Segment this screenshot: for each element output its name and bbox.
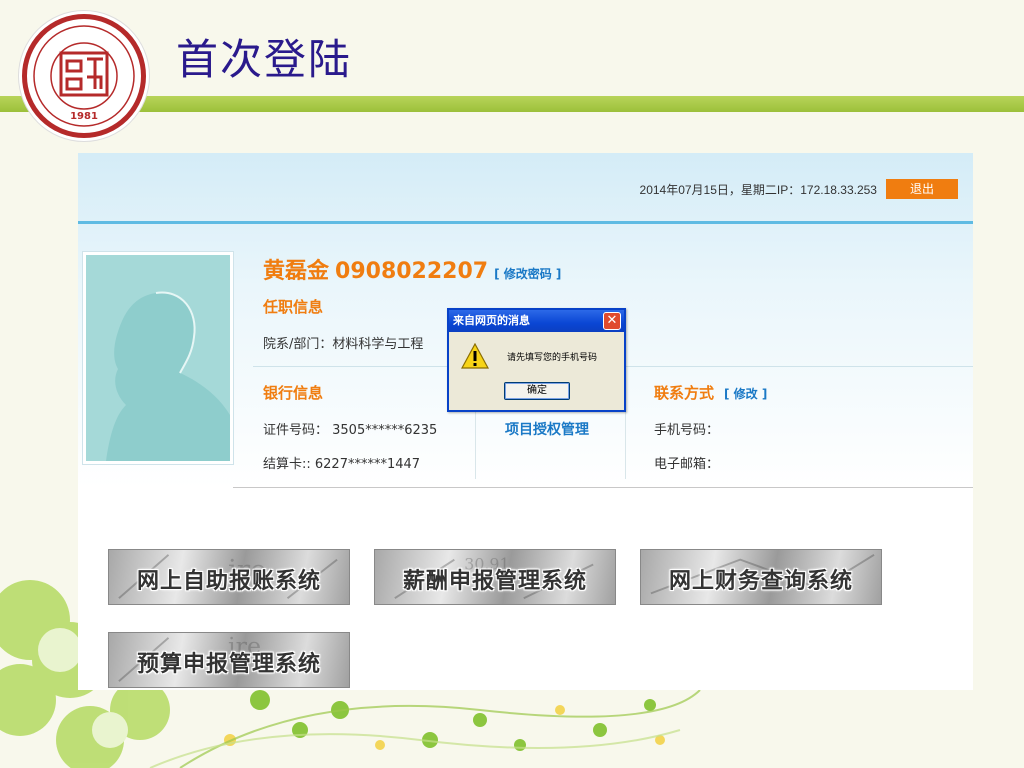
- id-number-text: 证件号码： 3505******6235: [263, 423, 438, 438]
- profile-bottom-divider: [233, 487, 973, 488]
- close-icon[interactable]: ✕: [603, 312, 621, 330]
- online-reimbursement-system-button[interactable]: ire 网上自助报账系统: [108, 549, 350, 605]
- logo-year: 1981: [70, 111, 98, 122]
- change-password-link[interactable]: [ 修改密码 ]: [494, 267, 561, 281]
- system-label: 薪酬申报管理系统: [402, 569, 587, 594]
- dialog-title: 来自网页的消息: [453, 314, 530, 327]
- logout-button[interactable]: 退出: [886, 179, 958, 199]
- header-divider: [78, 221, 973, 224]
- system-label: 预算申报管理系统: [136, 652, 321, 677]
- dialog-message: 请先填写您的手机号码: [507, 353, 598, 363]
- dialog-title-bar: 来自网页的消息 ✕: [449, 310, 624, 332]
- ok-button[interactable]: 确定: [504, 382, 570, 400]
- project-authorization-link[interactable]: 项目授权管理: [505, 419, 589, 439]
- user-name-line: 黄磊金 0908022207 [ 修改密码 ]: [263, 253, 567, 285]
- system-label: 网上财务查询系统: [668, 569, 853, 594]
- phone-label: 手机号码：: [654, 423, 720, 438]
- university-logo: 1981: [22, 14, 146, 138]
- email-label: 电子邮箱：: [654, 457, 720, 472]
- slide-title: 首次登陆: [176, 35, 353, 84]
- budget-declaration-system-button[interactable]: ire 预算申报管理系统: [108, 632, 350, 688]
- staff-id: 0908022207: [335, 259, 489, 284]
- online-finance-query-system-button[interactable]: 网上财务查询系统: [640, 549, 882, 605]
- web-page-panel: 2014年07月15日，星期二IP：172.18.33.253 退出 黄磊金 09…: [78, 153, 973, 690]
- alert-dialog: 来自网页的消息 ✕ 请先填写您的手机号码 确定: [447, 308, 626, 412]
- department-text: 院系/部门：材料科学与工程: [263, 337, 424, 352]
- system-label: 网上自助报账系统: [136, 569, 321, 594]
- salary-declaration-system-button[interactable]: 30.91 薪酬申报管理系统: [374, 549, 616, 605]
- user-name: 黄磊金: [263, 259, 330, 284]
- date-ip-text: 2014年07月15日，星期二IP：172.18.33.253: [639, 183, 877, 197]
- avatar: [82, 251, 234, 465]
- contact-edit-link[interactable]: [ 修改 ]: [724, 387, 767, 401]
- contact-info-title: 联系方式 [ 修改 ]: [654, 382, 767, 403]
- bank-info-title: 银行信息: [263, 384, 324, 402]
- employment-info-title: 任职信息: [263, 298, 324, 316]
- silhouette-icon: [106, 291, 230, 461]
- contact-title: 联系方式: [654, 384, 715, 402]
- header-bar: [0, 96, 1024, 112]
- settlement-card-text: 结算卡:: 6227******1447: [263, 457, 421, 472]
- warning-icon: [461, 343, 489, 369]
